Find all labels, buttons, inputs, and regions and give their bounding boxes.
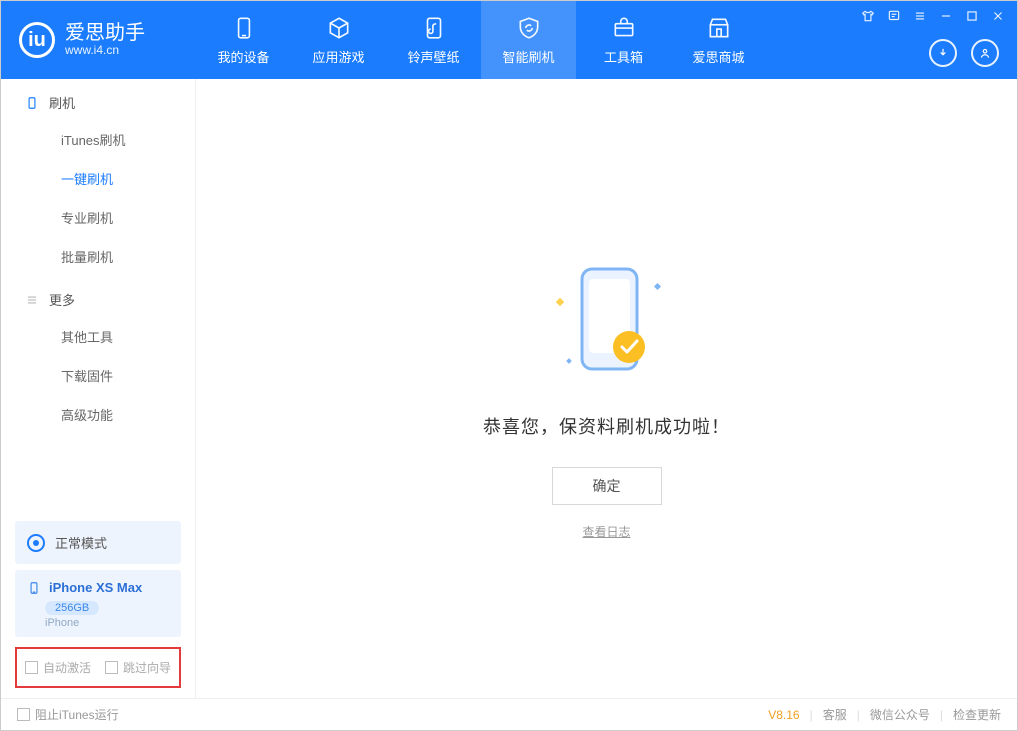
flash-options-highlight: 自动激活 跳过向导 [15,647,181,688]
maximize-icon[interactable] [965,9,979,23]
checkbox-label: 自动激活 [43,659,91,676]
tab-label: 爱思商城 [692,47,744,66]
nav-advanced[interactable]: 高级功能 [1,395,195,434]
nav-batch-flash[interactable]: 批量刷机 [1,237,195,276]
nav-itunes-flash[interactable]: iTunes刷机 [1,120,195,159]
view-log-link[interactable]: 查看日志 [582,523,630,540]
device-type: iPhone [45,617,169,629]
tab-toolbox[interactable]: 工具箱 [576,1,671,79]
checkbox-label: 跳过向导 [123,659,171,676]
menu-icon[interactable] [913,9,927,23]
device-small-icon [27,581,41,595]
checkbox-auto-activate[interactable]: 自动激活 [25,659,91,676]
tab-apps-games[interactable]: 应用游戏 [291,1,386,79]
music-file-icon [421,15,447,41]
close-icon[interactable] [991,9,1005,23]
support-link[interactable]: 客服 [823,706,847,723]
sidebar-section-flash: 刷机 [1,79,195,120]
tab-label: 我的设备 [217,47,269,66]
section-title: 更多 [49,290,75,309]
tab-smart-flash[interactable]: 智能刷机 [481,1,576,79]
nav-pro-flash[interactable]: 专业刷机 [1,198,195,237]
mode-status[interactable]: 正常模式 [15,521,181,564]
tab-ringtones-wallpapers[interactable]: 铃声壁纸 [386,1,481,79]
sidebar-section-more: 更多 [1,276,195,317]
checkbox-skip-guide[interactable]: 跳过向导 [105,659,171,676]
user-button[interactable] [971,39,999,67]
tab-mall[interactable]: 爱思商城 [671,1,766,79]
feedback-icon[interactable] [887,9,901,23]
logo-icon: iu [19,22,55,58]
app-header: iu 爱思助手 www.i4.cn 我的设备 应用游戏 铃声壁纸 智能刷机 工具… [1,1,1017,79]
mode-icon [27,534,45,552]
toolbox-icon [611,15,637,41]
device-icon [231,15,257,41]
tab-label: 智能刷机 [502,47,554,66]
mode-label: 正常模式 [55,533,107,552]
window-controls [861,9,1005,23]
checkbox-box [25,661,38,674]
user-icon [978,46,992,60]
sidebar: 刷机 iTunes刷机 一键刷机 专业刷机 批量刷机 更多 其他工具 下载固件 … [1,79,196,698]
ok-button[interactable]: 确定 [552,467,662,505]
phone-icon [25,96,39,110]
version-label: V8.16 [768,708,799,722]
device-capacity: 256GB [45,601,99,615]
minimize-icon[interactable] [939,9,953,23]
shop-icon [706,15,732,41]
cube-icon [326,15,352,41]
header-action-circles [929,39,999,67]
nav-download-firmware[interactable]: 下载固件 [1,356,195,395]
nav-other-tools[interactable]: 其他工具 [1,317,195,356]
checkbox-box [105,661,118,674]
shield-refresh-icon [516,15,542,41]
wechat-link[interactable]: 微信公众号 [870,706,930,723]
download-button[interactable] [929,39,957,67]
nav-one-click-flash[interactable]: 一键刷机 [1,159,195,198]
logo: iu 爱思助手 www.i4.cn [1,22,196,58]
list-icon [25,293,39,307]
download-icon [936,46,950,60]
tab-label: 工具箱 [604,47,643,66]
section-title: 刷机 [49,93,75,112]
main-content: 恭喜您，保资料刷机成功啦！ 确定 查看日志 [196,79,1017,698]
check-update-link[interactable]: 检查更新 [953,706,1001,723]
device-info[interactable]: iPhone XS Max 256GB iPhone [15,570,181,637]
main-tabs: 我的设备 应用游戏 铃声壁纸 智能刷机 工具箱 爱思商城 [196,1,766,79]
tab-my-device[interactable]: 我的设备 [196,1,291,79]
checkbox-box [17,708,30,721]
status-bar: 阻止iTunes运行 V8.16 | 客服 | 微信公众号 | 检查更新 [1,698,1017,730]
logo-title: 爱思助手 [65,23,145,43]
success-illustration [527,259,687,389]
tab-label: 应用游戏 [312,47,364,66]
checkbox-label: 阻止iTunes运行 [35,706,119,723]
logo-subtitle: www.i4.cn [65,43,145,57]
tshirt-icon[interactable] [861,9,875,23]
success-message: 恭喜您，保资料刷机成功啦！ [483,413,730,439]
tab-label: 铃声壁纸 [407,47,459,66]
device-name: iPhone XS Max [49,580,142,595]
checkbox-block-itunes[interactable]: 阻止iTunes运行 [17,706,119,723]
